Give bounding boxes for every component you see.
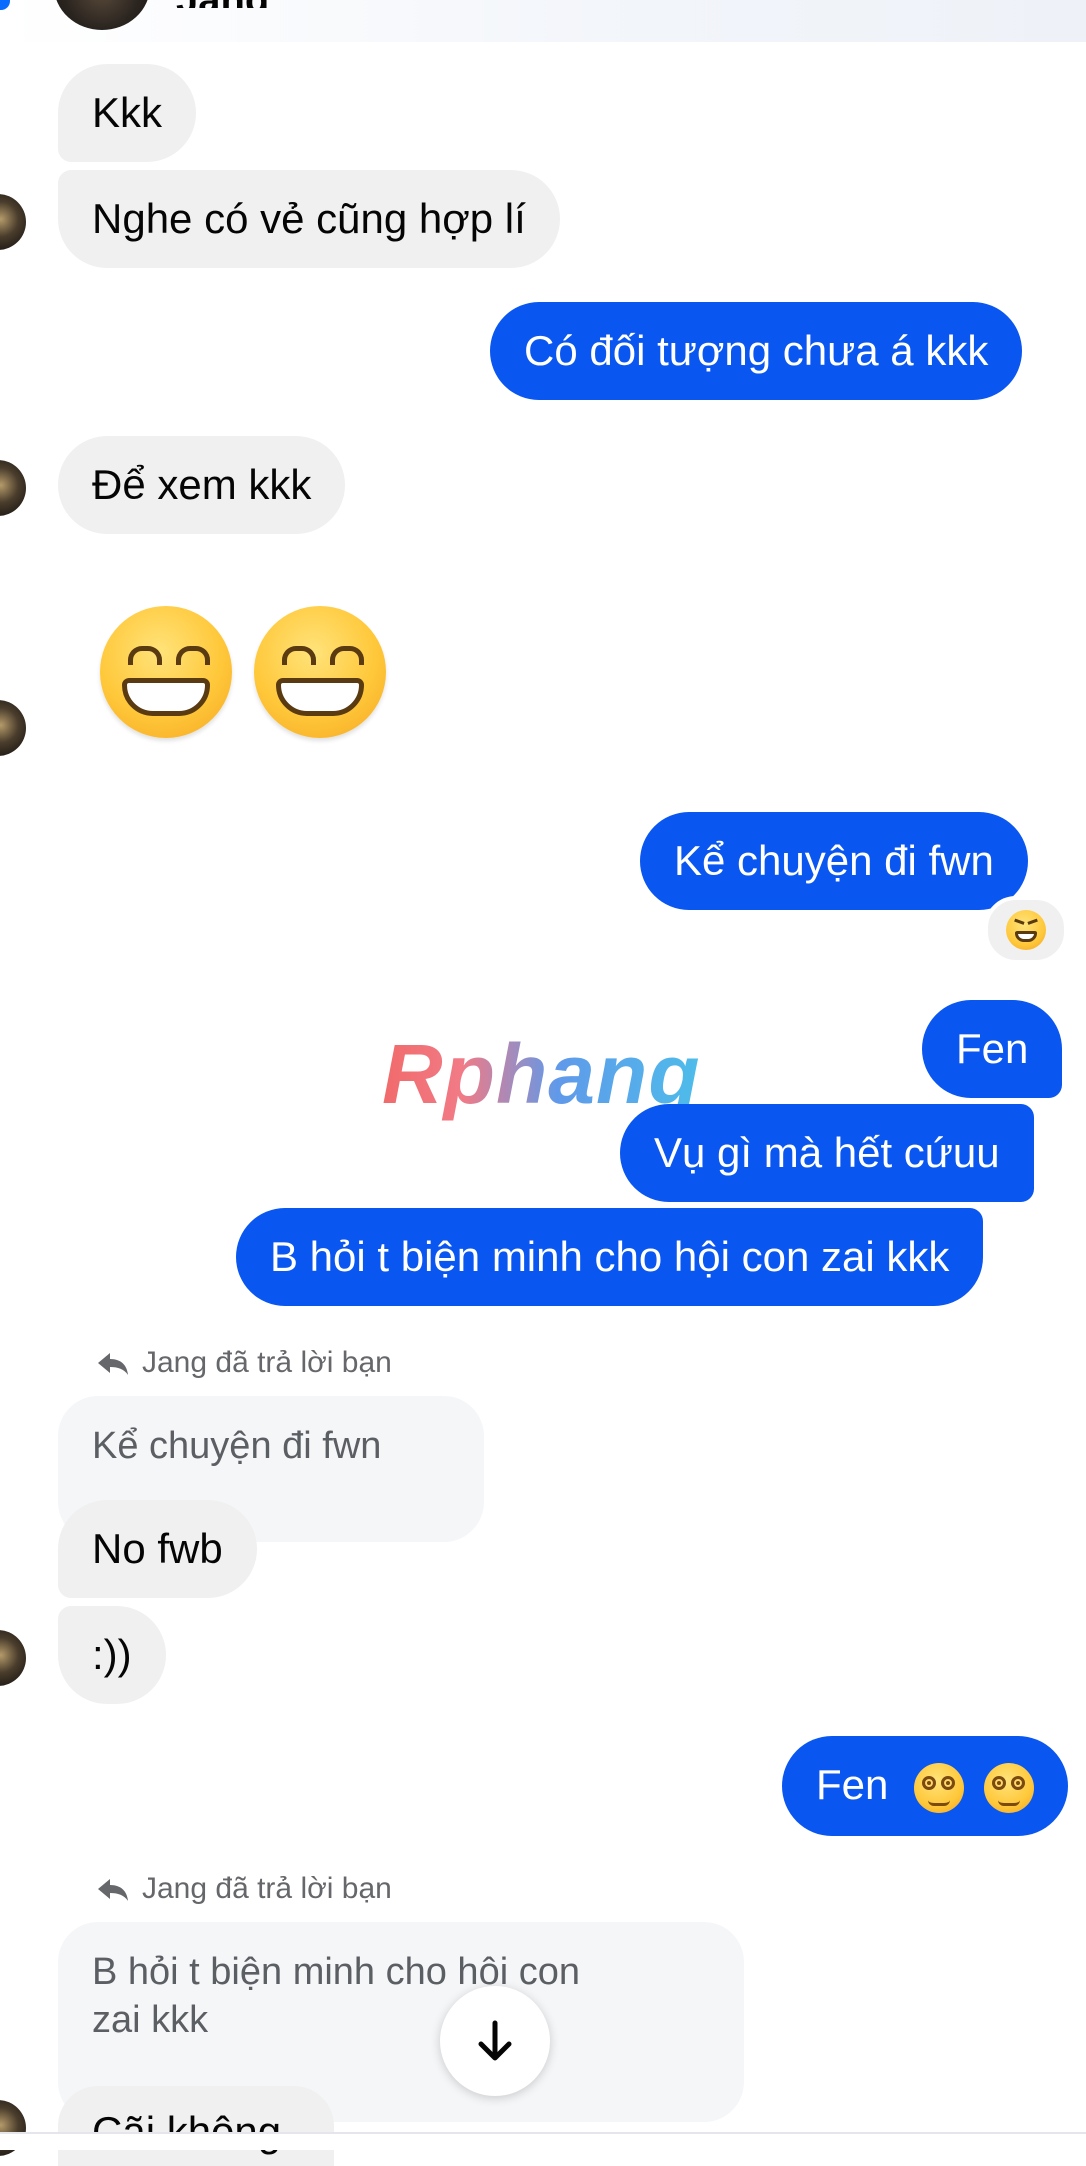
face-with-spiral-eyes-icon xyxy=(914,1762,965,1813)
message-bubble-outgoing[interactable]: Fen xyxy=(922,1000,1063,1098)
contact-avatar-small[interactable] xyxy=(0,700,26,756)
message-text: Vụ gì mà hết cứuu xyxy=(654,1129,1000,1176)
message-text: Nghe có vẻ cũng hợp lí xyxy=(92,195,526,242)
message-bubble-outgoing[interactable]: Kể chuyện đi fwn xyxy=(640,812,1028,910)
contact-avatar-small[interactable] xyxy=(0,460,26,516)
reply-label-text: Jang đã trả lời bạn xyxy=(142,1872,392,1905)
reply-label-text: Jang đã trả lời bạn xyxy=(142,1346,392,1379)
message-bubble-outgoing[interactable]: Có đối tượng chưa á kkk xyxy=(490,302,1023,400)
message-text: No fwb xyxy=(92,1525,223,1572)
reply-arrow-icon xyxy=(98,1879,128,1901)
reply-indicator: Jang đã trả lời bạn xyxy=(96,1872,392,1906)
message-bubble-incoming[interactable]: Nghe có vẻ cũng hợp lí xyxy=(58,170,560,268)
message-text: B hỏi t biện minh cho hội con zai kkk xyxy=(270,1233,950,1280)
message-bubble-outgoing[interactable]: Vụ gì mà hết cứuu xyxy=(620,1104,1034,1202)
scroll-to-bottom-button[interactable] xyxy=(440,1986,550,2096)
message-bubble-outgoing[interactable]: Fen xyxy=(782,1736,1068,1836)
chat-header xyxy=(0,0,1086,42)
quoted-text-line: B hỏi t biện minh cho hội con xyxy=(92,1951,580,1993)
grinning-face-emoji-icon[interactable] xyxy=(254,606,386,738)
message-reaction[interactable] xyxy=(984,896,1068,964)
contact-name[interactable]: Jang xyxy=(176,0,356,8)
grinning-face-emoji-icon[interactable] xyxy=(100,606,232,738)
reply-indicator: Jang đã trả lời bạn xyxy=(96,1346,392,1380)
composer-divider xyxy=(0,2132,1086,2150)
message-bubble-incoming[interactable]: Cãi không xyxy=(58,2086,334,2166)
message-text: Để xem kkk xyxy=(92,461,312,508)
quoted-text: Kể chuyện đi fwn xyxy=(92,1425,382,1467)
message-bubble-incoming[interactable]: Để xem kkk xyxy=(58,436,346,534)
message-text: Fen xyxy=(816,1761,889,1808)
face-with-spiral-eyes-icon xyxy=(983,1762,1034,1813)
contact-avatar-small[interactable] xyxy=(0,194,26,250)
message-bubble-outgoing[interactable]: B hỏi t biện minh cho hội con zai kkk xyxy=(236,1208,984,1306)
quoted-text-line: zai kkk xyxy=(92,1999,209,2041)
contact-avatar-small[interactable] xyxy=(0,1630,26,1686)
message-text: Có đối tượng chưa á kkk xyxy=(524,327,989,374)
message-bubble-incoming[interactable]: No fwb xyxy=(58,1500,257,1598)
message-bubble-incoming[interactable]: Kkk xyxy=(58,64,197,162)
message-text: Kkk xyxy=(92,89,163,136)
laughing-face-icon xyxy=(1006,910,1046,950)
message-text: :)) xyxy=(92,1631,132,1678)
message-bubble-incoming[interactable]: :)) xyxy=(58,1606,166,1704)
message-text: Fen xyxy=(956,1025,1029,1072)
arrow-down-icon xyxy=(478,2020,512,2061)
reply-arrow-icon xyxy=(98,1353,128,1375)
message-text: Kể chuyện đi fwn xyxy=(674,837,994,884)
